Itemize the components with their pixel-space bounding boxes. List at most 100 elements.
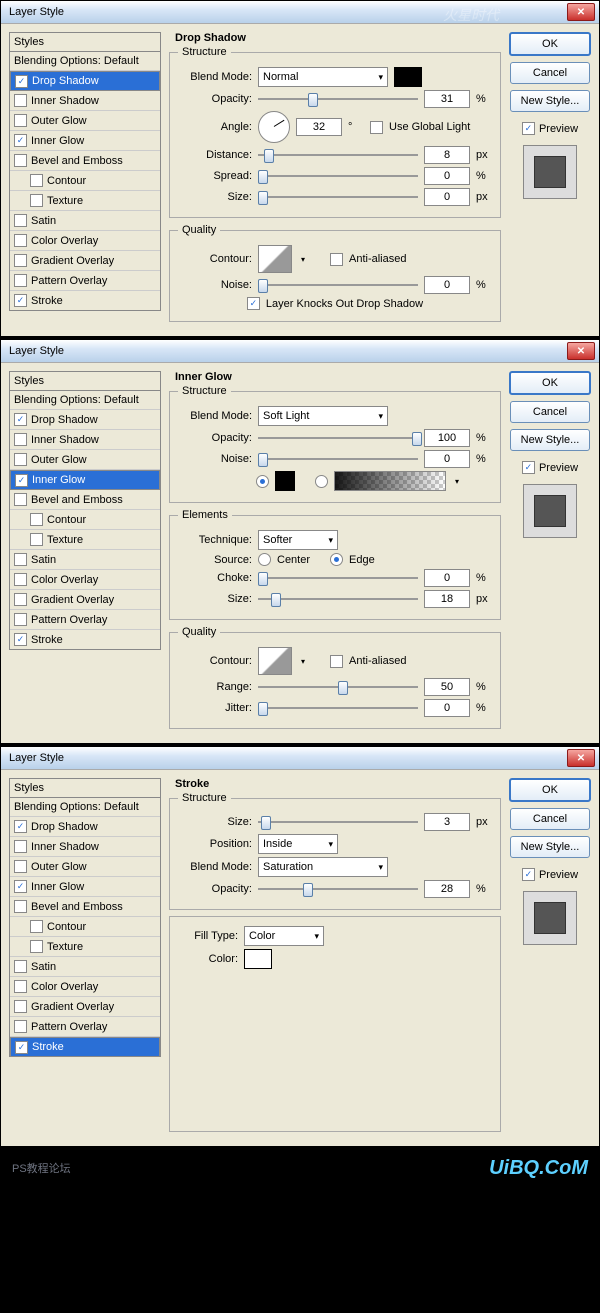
checkbox[interactable] (14, 234, 27, 247)
sidebar-item-contour[interactable]: Contour (10, 917, 160, 937)
checkbox[interactable] (14, 413, 27, 426)
sidebar-item-innershadow[interactable]: Inner Shadow (10, 837, 160, 857)
checkbox[interactable] (14, 433, 27, 446)
blending-options[interactable]: Blending Options: Default (10, 391, 160, 410)
sidebar-item-coloroverlay[interactable]: Color Overlay (10, 231, 160, 251)
sidebar-item-stroke[interactable]: Stroke (10, 291, 160, 310)
checkbox[interactable] (14, 134, 27, 147)
size-slider[interactable] (258, 815, 418, 829)
ok-button[interactable]: OK (509, 371, 591, 395)
checkbox[interactable] (14, 960, 27, 973)
opacity-input[interactable]: 100 (424, 429, 470, 447)
checkbox[interactable] (14, 274, 27, 287)
blendmode-select[interactable]: Normal (258, 67, 388, 87)
opacity-input[interactable]: 31 (424, 90, 470, 108)
checkbox[interactable] (14, 1020, 27, 1033)
close-icon[interactable]: ✕ (567, 342, 595, 360)
sidebar-item-contour[interactable]: Contour (10, 171, 160, 191)
glow-color-swatch[interactable] (275, 471, 295, 491)
titlebar[interactable]: Layer Style ✕ (1, 340, 599, 363)
preview-checkbox[interactable] (522, 122, 535, 135)
spread-slider[interactable] (258, 169, 418, 183)
sidebar-item-texture[interactable]: Texture (10, 191, 160, 211)
sidebar-item-gradientoverlay[interactable]: Gradient Overlay (10, 590, 160, 610)
blending-options[interactable]: Blending Options: Default (10, 52, 160, 71)
source-center-radio[interactable] (258, 553, 271, 566)
sidebar-item-contour[interactable]: Contour (10, 510, 160, 530)
chevron-down-icon[interactable] (298, 253, 308, 265)
sidebar-item-dropshadow[interactable]: Drop Shadow (10, 410, 160, 430)
sidebar-item-outerglow[interactable]: Outer Glow (10, 857, 160, 877)
position-select[interactable]: Inside (258, 834, 338, 854)
checkbox[interactable] (14, 573, 27, 586)
opacity-input[interactable]: 28 (424, 880, 470, 898)
distance-input[interactable]: 8 (424, 146, 470, 164)
antialias-checkbox[interactable] (330, 655, 343, 668)
shadow-color-swatch[interactable] (394, 67, 422, 87)
angle-dial[interactable] (258, 111, 290, 143)
opacity-slider[interactable] (258, 92, 418, 106)
chevron-down-icon[interactable] (452, 475, 462, 487)
ok-button[interactable]: OK (509, 778, 591, 802)
size-input[interactable]: 3 (424, 813, 470, 831)
close-icon[interactable]: ✕ (567, 3, 595, 21)
checkbox[interactable] (14, 633, 27, 646)
close-icon[interactable]: ✕ (567, 749, 595, 767)
glow-color-radio[interactable] (256, 475, 269, 488)
jitter-input[interactable]: 0 (424, 699, 470, 717)
size-slider[interactable] (258, 190, 418, 204)
checkbox[interactable] (14, 880, 27, 893)
sidebar-item-innershadow[interactable]: Inner Shadow (10, 91, 160, 111)
noise-slider[interactable] (258, 452, 418, 466)
choke-slider[interactable] (258, 571, 418, 585)
sidebar-item-outerglow[interactable]: Outer Glow (10, 450, 160, 470)
sidebar-item-innershadow[interactable]: Inner Shadow (10, 430, 160, 450)
checkbox[interactable] (14, 1000, 27, 1013)
size-slider[interactable] (258, 592, 418, 606)
checkbox[interactable] (14, 114, 27, 127)
sidebar-item-bevel[interactable]: Bevel and Emboss (10, 151, 160, 171)
titlebar[interactable]: Layer Style ✕ (1, 1, 599, 24)
checkbox[interactable] (14, 214, 27, 227)
titlebar[interactable]: Layer Style ✕ (1, 747, 599, 770)
newstyle-button[interactable]: New Style... (510, 836, 590, 858)
choke-input[interactable]: 0 (424, 569, 470, 587)
checkbox[interactable] (14, 613, 27, 626)
checkbox[interactable] (14, 254, 27, 267)
sidebar-item-dropshadow[interactable]: Drop Shadow (10, 71, 160, 91)
cancel-button[interactable]: Cancel (510, 401, 590, 423)
technique-select[interactable]: Softer (258, 530, 338, 550)
sidebar-item-gradientoverlay[interactable]: Gradient Overlay (10, 251, 160, 271)
cancel-button[interactable]: Cancel (510, 808, 590, 830)
opacity-slider[interactable] (258, 431, 418, 445)
checkbox[interactable] (14, 980, 27, 993)
sidebar-item-innerglow[interactable]: Inner Glow (10, 470, 160, 490)
blendmode-select[interactable]: Saturation (258, 857, 388, 877)
checkbox[interactable] (14, 294, 27, 307)
checkbox[interactable] (30, 920, 43, 933)
checkbox[interactable] (14, 553, 27, 566)
ok-button[interactable]: OK (509, 32, 591, 56)
checkbox[interactable] (14, 860, 27, 873)
checkbox[interactable] (30, 174, 43, 187)
sidebar-item-outerglow[interactable]: Outer Glow (10, 111, 160, 131)
glow-gradient-picker[interactable] (334, 471, 446, 491)
jitter-slider[interactable] (258, 701, 418, 715)
sidebar-item-innerglow[interactable]: Inner Glow (10, 131, 160, 151)
checkbox[interactable] (30, 533, 43, 546)
sidebar-item-patternoverlay[interactable]: Pattern Overlay (10, 610, 160, 630)
sidebar-item-innerglow[interactable]: Inner Glow (10, 877, 160, 897)
checkbox[interactable] (14, 840, 27, 853)
angle-input[interactable]: 32 (296, 118, 342, 136)
preview-checkbox[interactable] (522, 461, 535, 474)
range-input[interactable]: 50 (424, 678, 470, 696)
checkbox[interactable] (14, 820, 27, 833)
sidebar-item-bevel[interactable]: Bevel and Emboss (10, 490, 160, 510)
sidebar-item-stroke[interactable]: Stroke (10, 1037, 160, 1056)
checkbox[interactable] (14, 453, 27, 466)
sidebar-item-texture[interactable]: Texture (10, 530, 160, 550)
noise-input[interactable]: 0 (424, 450, 470, 468)
checkbox[interactable] (30, 194, 43, 207)
size-input[interactable]: 0 (424, 188, 470, 206)
stroke-color-swatch[interactable] (244, 949, 272, 969)
